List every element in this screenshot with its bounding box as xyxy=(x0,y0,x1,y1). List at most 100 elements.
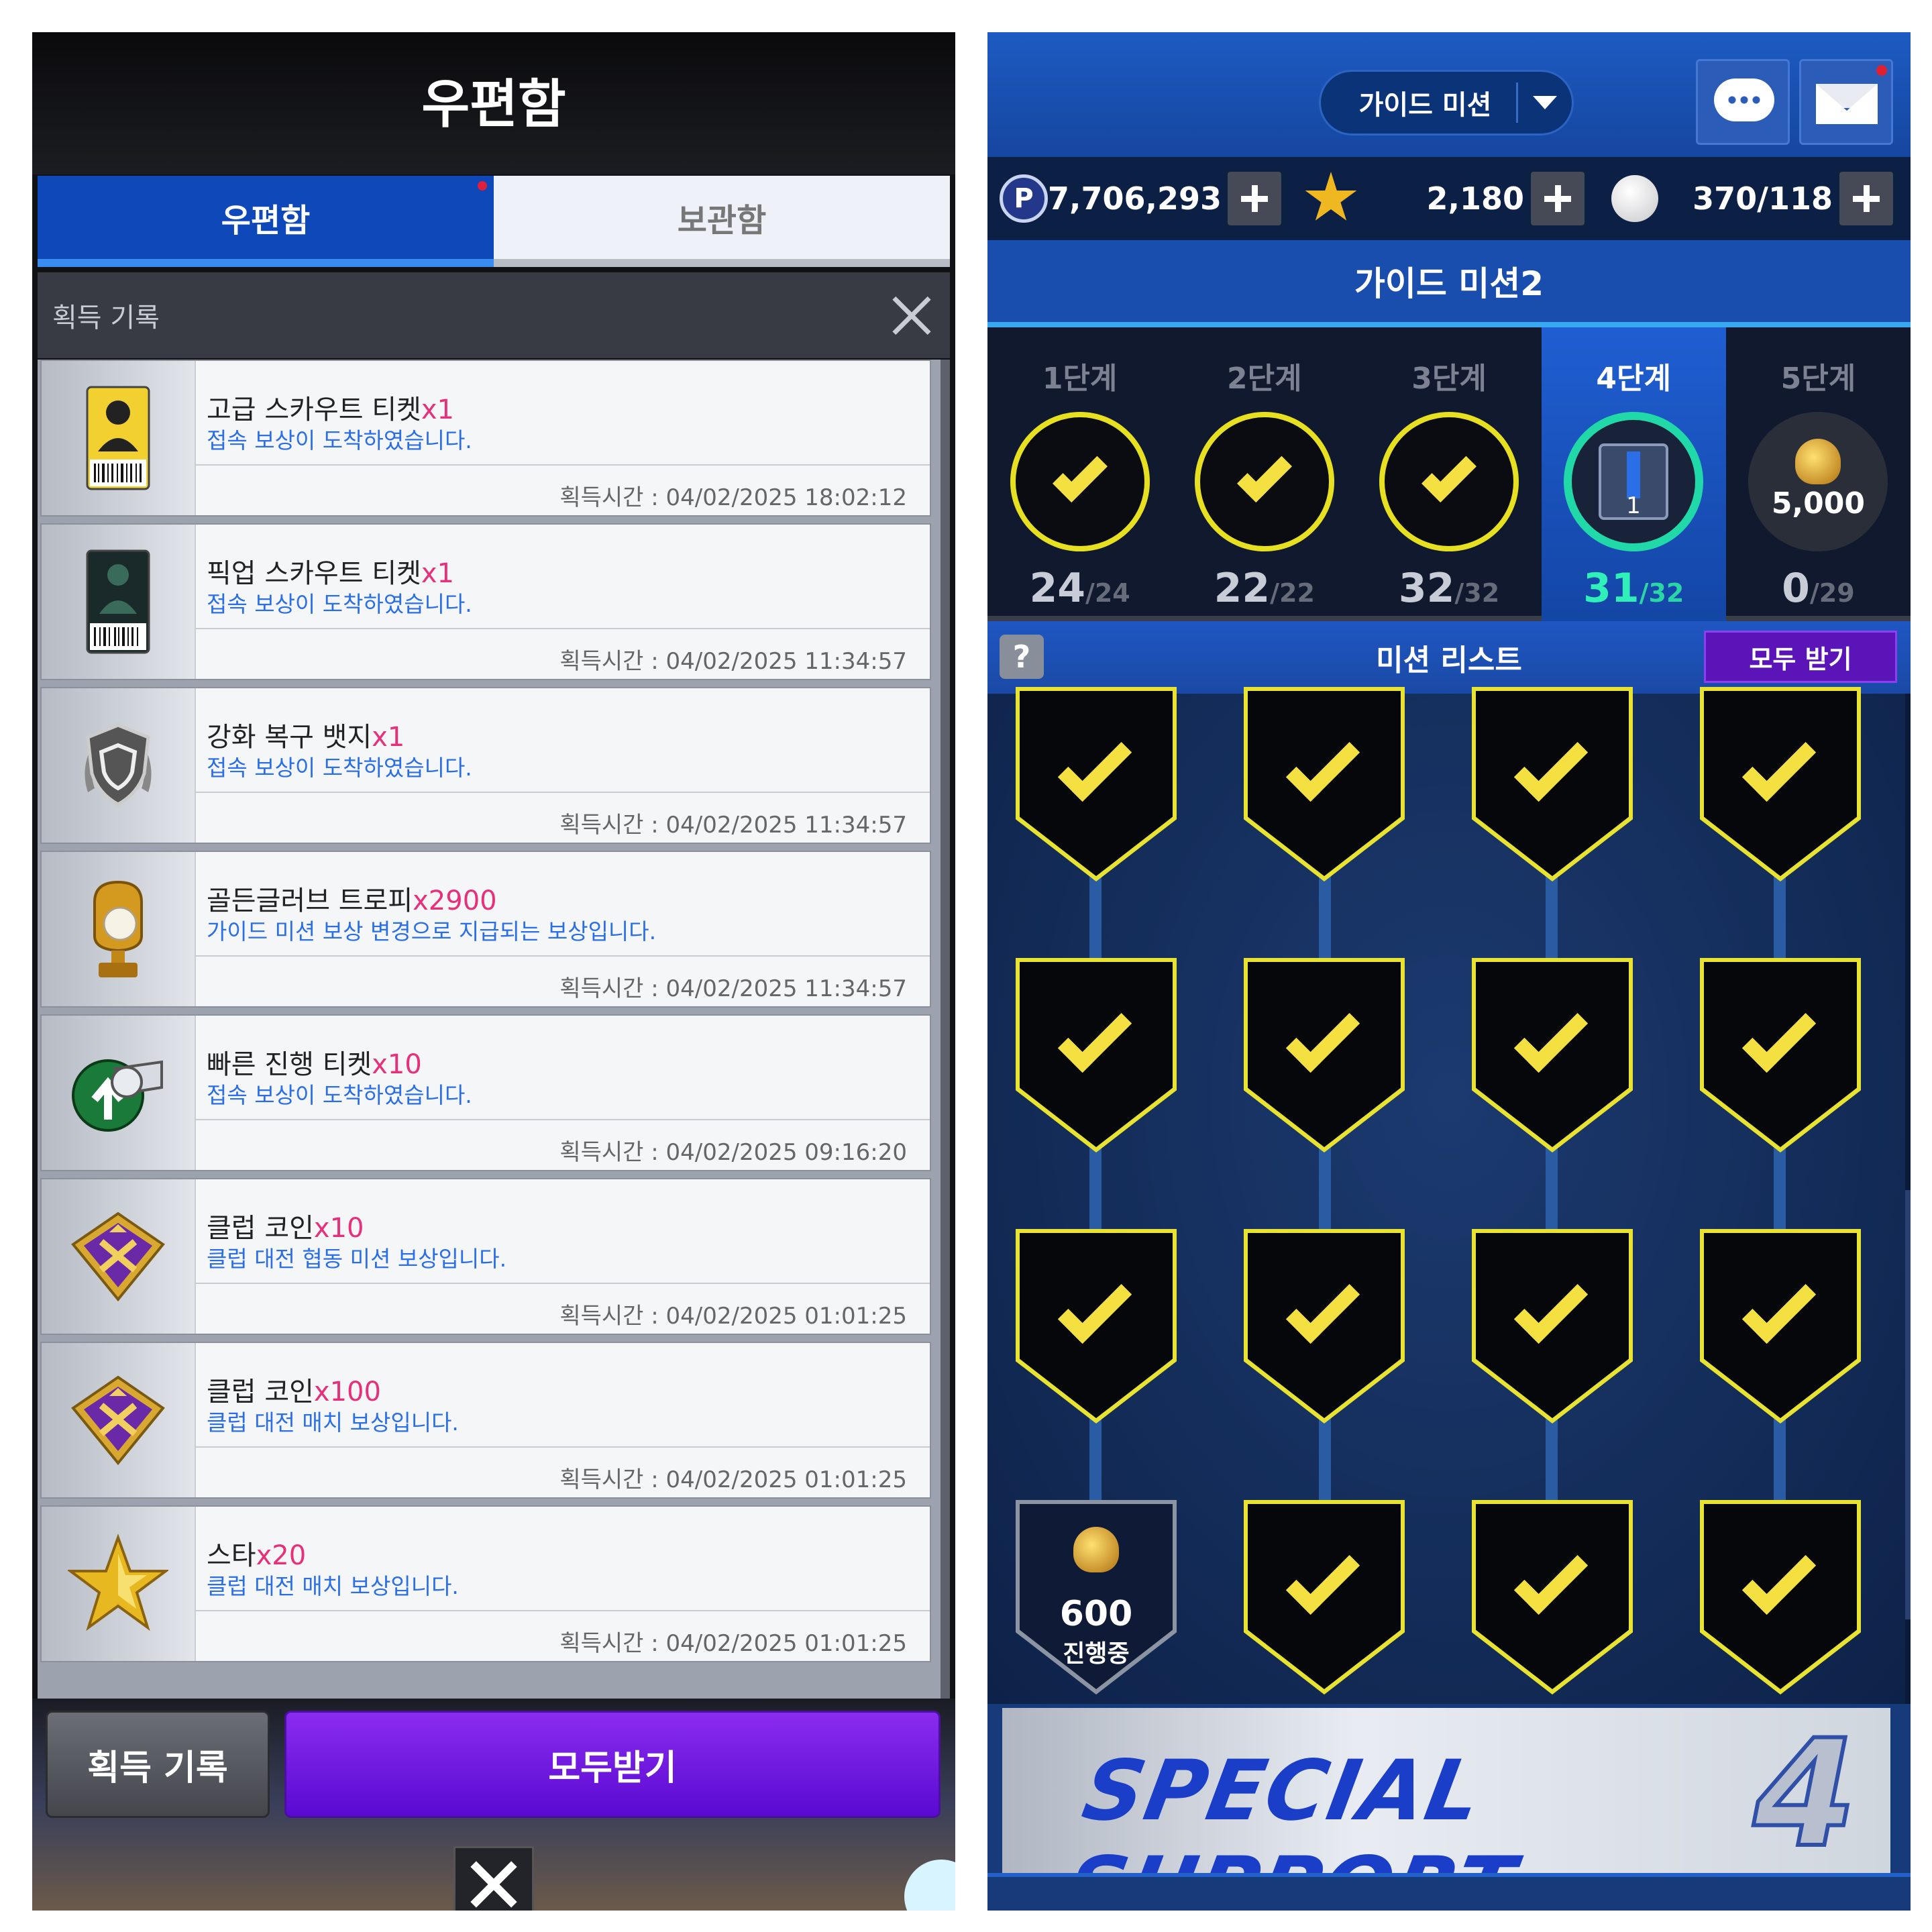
mission-complete-badge[interactable] xyxy=(1472,687,1633,881)
mail-item-name: 강화 복구 뱃지 xyxy=(207,722,372,753)
page-title: 우편함 xyxy=(421,74,566,135)
mail-description: 클럽 대전 협동 미션 보상입니다. xyxy=(207,1246,507,1272)
stage-progress: 32/32 xyxy=(1356,565,1541,612)
mail-body: 클럽 코인x10 클럽 대전 협동 미션 보상입니다. 획득시간 : 04/02… xyxy=(196,1179,930,1334)
tab-storage[interactable]: 보관함 xyxy=(494,176,950,267)
mail-list[interactable]: 고급 스카우트 티켓 x1 접속 보상이 도착하였습니다. 획득시간 : 04/0… xyxy=(38,360,950,1699)
guide-mission-dropdown[interactable]: 가이드 미션 xyxy=(1319,70,1574,136)
stage-total: /24 xyxy=(1085,578,1130,608)
stage-done: 22 xyxy=(1214,565,1271,612)
mail-description: 접속 보상이 도착하였습니다. xyxy=(207,1082,472,1108)
scrollbar-thumb[interactable] xyxy=(1905,1190,1911,1619)
mail-item-qty: x10 xyxy=(372,1049,422,1080)
mission-complete-badge[interactable] xyxy=(1244,1500,1405,1695)
mission-grid[interactable]: 600 진행중 xyxy=(987,687,1911,1704)
stage-done: 31 xyxy=(1583,565,1640,612)
mail-description: 접속 보상이 도착하였습니다. xyxy=(207,755,472,781)
connector-line xyxy=(1774,828,1786,1539)
list-item[interactable]: 고급 스카우트 티켓x1 접속 보상이 도착하였습니다. 획득시간 : 04/0… xyxy=(40,360,931,517)
mission-complete-badge[interactable] xyxy=(1700,1500,1861,1695)
mail-timestamp: 획득시간 : 04/02/2025 11:34:57 xyxy=(559,648,907,675)
mail-body: 고급 스카우트 티켓x1 접속 보상이 도착하였습니다. 획득시간 : 04/0… xyxy=(196,361,930,515)
tab-stage-1[interactable]: 1단계 24/24 xyxy=(987,327,1173,621)
help-button[interactable]: ? xyxy=(1000,635,1044,679)
mission-complete-badge[interactable] xyxy=(1700,687,1861,881)
chevron-down-icon xyxy=(1518,96,1572,109)
list-item[interactable]: 빠른 진행 티켓x10 접속 보상이 도착하였습니다. 획득시간 : 04/02… xyxy=(40,1014,931,1171)
tab-stage-2[interactable]: 2단계 22/22 xyxy=(1172,327,1357,621)
tab-mailbox[interactable]: 우편함 xyxy=(38,176,494,267)
mail-title: 강화 복구 뱃지x1 xyxy=(207,715,405,754)
mission-in-progress-badge[interactable]: 600 진행중 xyxy=(1016,1500,1177,1695)
mail-item-name: 픽업 스카우트 티켓 xyxy=(207,558,421,589)
list-item[interactable]: 스타x20 클럽 대전 매치 보상입니다. 획득시간 : 04/02/2025 … xyxy=(40,1505,931,1662)
add-points-button[interactable] xyxy=(1228,172,1281,225)
mission-reward-value: 600 xyxy=(1059,1594,1133,1634)
mission-complete-badge[interactable] xyxy=(1016,687,1177,881)
connector-line xyxy=(1546,828,1558,1539)
close-icon[interactable] xyxy=(453,1846,534,1911)
receive-all-button[interactable]: 모두 받기 xyxy=(1704,631,1897,683)
mail-description: 클럽 대전 매치 보상입니다. xyxy=(207,1573,459,1599)
tab-stage-3[interactable]: 3단계 32/32 xyxy=(1356,327,1542,621)
mission-complete-badge[interactable] xyxy=(1244,687,1405,881)
mission-complete-badge[interactable] xyxy=(1472,1229,1633,1424)
divider xyxy=(196,792,930,793)
floating-bubble[interactable] xyxy=(904,1860,955,1911)
stage-reward-value: 5,000 xyxy=(1771,486,1865,521)
mail-item-qty: x1 xyxy=(372,722,405,753)
chat-button[interactable] xyxy=(1696,59,1790,145)
scrollbar[interactable] xyxy=(941,360,950,1699)
close-icon[interactable] xyxy=(888,292,935,339)
mission-complete-badge[interactable] xyxy=(1700,1229,1861,1424)
list-item[interactable]: 클럽 코인x100 클럽 대전 매치 보상입니다. 획득시간 : 04/02/2… xyxy=(40,1342,931,1499)
scrollbar[interactable] xyxy=(1905,694,1911,1704)
acquisition-record-button[interactable]: 획득 기록 xyxy=(46,1711,270,1818)
acquisition-record-bar: 획득 기록 xyxy=(38,272,950,358)
mail-item-name: 스타 xyxy=(207,1540,256,1571)
notification-dot xyxy=(1876,65,1887,76)
mail-item-qty: x100 xyxy=(313,1377,381,1407)
mission-complete-badge[interactable] xyxy=(1244,1229,1405,1424)
mailbox-header: 우편함 xyxy=(32,32,955,174)
divider xyxy=(196,1119,930,1120)
stage-done: 0 xyxy=(1782,565,1810,612)
mission-complete-badge[interactable] xyxy=(1016,958,1177,1152)
list-item[interactable]: 강화 복구 뱃지x1 접속 보상이 도착하였습니다. 획득시간 : 04/02/… xyxy=(40,687,931,844)
tab-stage-5[interactable]: 5단계 5,000 0/29 xyxy=(1725,327,1911,621)
acquisition-record-title: 획득 기록 xyxy=(52,303,160,333)
mail-timestamp: 획득시간 : 04/02/2025 11:34:57 xyxy=(559,812,907,839)
stage-progress: 31/32 xyxy=(1542,565,1726,612)
mail-description: 클럽 대전 매치 보상입니다. xyxy=(207,1409,459,1436)
list-item[interactable]: 골든글러브 트로피x2900 가이드 미션 보상 변경으로 지급되는 보상입니다… xyxy=(40,851,931,1008)
mail-item-name: 고급 스카우트 티켓 xyxy=(207,394,421,425)
list-item[interactable]: 픽업 스카우트 티켓x1 접속 보상이 도착하였습니다. 획득시간 : 04/0… xyxy=(40,523,931,680)
resource-bar: P 7,706,293 2,180 370/118 xyxy=(987,157,1911,240)
list-item[interactable]: 클럽 코인x10 클럽 대전 협동 미션 보상입니다. 획득시간 : 04/02… xyxy=(40,1178,931,1335)
mail-body: 픽업 스카우트 티켓x1 접속 보상이 도착하였습니다. 획득시간 : 04/0… xyxy=(196,525,930,679)
tab-stage-4[interactable]: 4단계 1 31/32 xyxy=(1541,327,1726,621)
add-stars-button[interactable] xyxy=(1531,172,1585,225)
mail-timestamp: 획득시간 : 04/02/2025 01:01:25 xyxy=(559,1630,907,1657)
mission-title: 가이드 미션2 xyxy=(987,240,1911,327)
notification-dot xyxy=(478,181,487,191)
mission-complete-badge[interactable] xyxy=(1472,1500,1633,1695)
mail-button[interactable] xyxy=(1799,59,1893,145)
mail-timestamp: 획득시간 : 04/02/2025 09:16:20 xyxy=(559,1139,907,1166)
stage-progress: 24/24 xyxy=(987,565,1172,612)
add-balls-button[interactable] xyxy=(1839,172,1893,225)
mission-complete-badge[interactable] xyxy=(1016,1229,1177,1424)
mail-item-name: 빠른 진행 티켓 xyxy=(207,1049,372,1080)
mail-timestamp: 획득시간 : 04/02/2025 18:02:12 xyxy=(559,484,907,511)
top-bar: 가이드 미션 xyxy=(987,32,1911,157)
mail-title: 스타x20 xyxy=(207,1534,306,1572)
mail-item-qty: x10 xyxy=(313,1213,364,1244)
mission-complete-badge[interactable] xyxy=(1472,958,1633,1152)
special-support-banner[interactable]: SPECIAL SUPPORT 4 xyxy=(1002,1708,1890,1873)
mail-title: 골든글러브 트로피x2900 xyxy=(207,879,497,918)
tab-mailbox-label: 우편함 xyxy=(221,202,311,239)
mission-complete-badge[interactable] xyxy=(1244,958,1405,1152)
mail-timestamp: 획득시간 : 04/02/2025 01:01:25 xyxy=(559,1303,907,1330)
receive-all-button[interactable]: 모두받기 xyxy=(284,1711,941,1818)
mission-complete-badge[interactable] xyxy=(1700,958,1861,1152)
